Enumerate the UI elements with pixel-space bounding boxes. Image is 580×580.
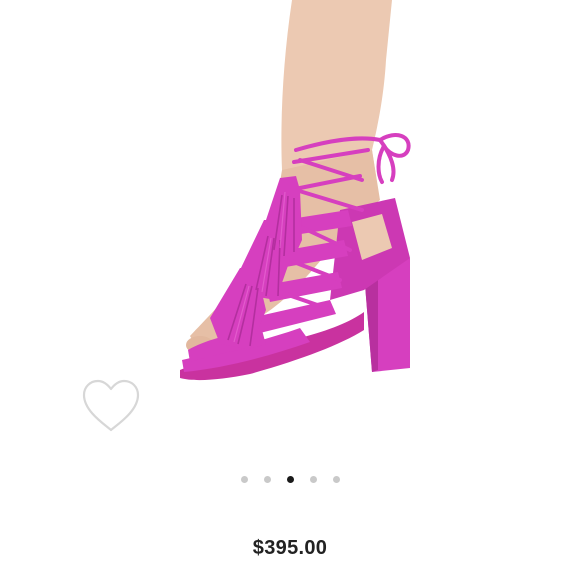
carousel-dot-3[interactable] [287, 475, 294, 483]
product-screen: $395.00 [0, 0, 580, 580]
carousel-pagination [0, 474, 580, 484]
carousel-dot-2[interactable] [264, 475, 271, 483]
carousel-dot-1[interactable] [241, 475, 248, 483]
product-price: $395.00 [252, 537, 328, 559]
favorite-heart-icon[interactable] [80, 378, 142, 434]
carousel-dot-5[interactable] [333, 475, 340, 483]
carousel-dot-4[interactable] [310, 475, 317, 483]
